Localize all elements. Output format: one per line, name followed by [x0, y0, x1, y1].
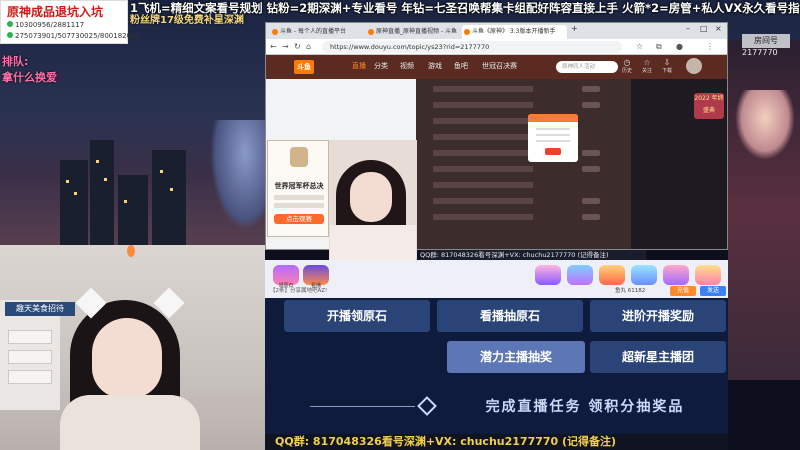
address-bar: ← → ↻ ⌂ https://www.douyu.com/topic/ys23… [266, 39, 727, 55]
settings-row [433, 182, 533, 188]
nav-live[interactable]: 直播 [352, 61, 366, 71]
fish-ball-count: 鱼丸 61182 [615, 288, 646, 294]
promo-line: 10300956/2881117 [7, 21, 84, 29]
qq-icon [7, 21, 13, 27]
decoration-character [735, 90, 795, 160]
event-card: 世界冠军杯总决 点击观赛 [267, 140, 329, 237]
settings-row [433, 214, 533, 220]
nav-video[interactable]: 视频 [400, 61, 414, 71]
gift-icon[interactable] [535, 265, 561, 285]
queue-text: 排队: 拿什么换爱 [2, 55, 57, 84]
stream-screen: 房间号 2177770 1飞机=精细文案看号规划 钻粉=2期深渊+专业看号 年钻… [0, 0, 800, 450]
follow-icon: ☆ [643, 58, 651, 67]
task-advanced-reward[interactable]: 进阶开播奖励 [590, 300, 726, 332]
url-field[interactable]: https://www.douyu.com/topic/ys23?rid=217… [322, 41, 622, 53]
tab-douyu-home[interactable]: 斗鱼 - 每个人的直播平台 [270, 25, 365, 39]
task-potential-draw[interactable]: 潜力主播抽奖 [447, 341, 585, 373]
settings-toggle[interactable] [582, 150, 600, 156]
user-avatar[interactable] [686, 58, 702, 74]
settings-toggle[interactable] [582, 86, 600, 92]
douyu-logo[interactable]: 斗鱼 [294, 60, 314, 74]
settings-toggle[interactable] [582, 198, 600, 204]
settings-row [433, 150, 533, 156]
room-id: 2177770 [742, 48, 778, 57]
settings-toggle[interactable] [582, 102, 600, 108]
bookmark-icon[interactable]: ☆ [636, 42, 643, 51]
city-skyline [60, 130, 190, 250]
trophy-icon [290, 147, 308, 167]
task-footer-title: 完成直播任务 领积分抽奖品 [485, 399, 685, 415]
settings-row [433, 134, 533, 140]
shelf [0, 300, 60, 410]
profile-icon[interactable]: ● [676, 42, 683, 51]
promo-card: 原神成品退坑入坑 10300956/2881117 275073901/5077… [0, 0, 140, 44]
close-icon[interactable]: × [715, 24, 722, 33]
tab-genshin-live[interactable]: 原神直播_原神直播视频 - 斗鱼 [366, 25, 461, 39]
room-badge: 房间号 [742, 34, 790, 48]
gift-icon[interactable] [663, 265, 689, 285]
douyu-icon [272, 29, 278, 35]
gift-icon[interactable] [599, 265, 625, 285]
dialog-header [528, 114, 578, 122]
settings-row [433, 118, 533, 124]
preview-body [330, 225, 416, 260]
nav-fishbar[interactable]: 鱼吧 [454, 61, 468, 71]
watch-button[interactable]: 点击观赛 [274, 214, 324, 224]
extensions-icon[interactable]: ⧉ [656, 42, 662, 52]
douyu-icon [368, 29, 374, 35]
dialog-confirm-button[interactable] [545, 148, 561, 155]
event-title: 世界冠军杯总决 [274, 182, 324, 190]
site-header: 斗鱼 直播 分类 视频 游戏 鱼吧 世冠召决赛 原神同人活动 ◷ 历史 ☆ 关注 ⇩… [266, 55, 727, 79]
nav-worlds-final[interactable]: 世冠召决赛 [482, 61, 517, 71]
settings-row [433, 86, 533, 92]
bottom-ribbon: QQ群: 817048326看号深渊+VX: chuchu2177770 (记得… [265, 434, 728, 450]
site-search-input[interactable]: 原神同人活动 [556, 61, 618, 73]
home-icon[interactable]: ⌂ [306, 42, 311, 51]
settings-toggle[interactable] [582, 166, 600, 172]
streamer-face [92, 318, 162, 398]
download-button[interactable]: ⇩ 下载 [658, 59, 676, 75]
tab-bar: 斗鱼 - 每个人的直播平台 原神直播_原神直播视频 - 斗鱼 斗鱼《原神》 3.… [266, 23, 727, 39]
settings-row [433, 102, 533, 108]
send-button[interactable]: 发送 [700, 286, 726, 296]
promo-line: 275073901/507730025/800182040 [7, 32, 140, 40]
charge-button[interactable]: 充值 [670, 286, 696, 296]
promo-title: 原神成品退坑入坑 [7, 5, 104, 19]
follow-button[interactable]: ☆ 关注 [638, 59, 656, 75]
gift-icon[interactable] [695, 265, 721, 285]
preview-face [350, 172, 392, 222]
shelf-sign: 趣天美食招待 [5, 302, 75, 316]
year-end-badge[interactable]: 2022 年终盛典 [694, 93, 724, 119]
task-watch-draw[interactable]: 看播抽原石 [437, 300, 583, 332]
download-icon: ⇩ [663, 58, 671, 67]
new-tab-icon[interactable]: + [571, 24, 578, 33]
lamp [127, 245, 135, 257]
gift-icon[interactable] [567, 265, 593, 285]
minimize-icon[interactable]: – [686, 24, 690, 33]
forward-icon[interactable]: → [282, 42, 289, 51]
popup-dialog [528, 114, 578, 162]
back-icon[interactable]: ← [270, 42, 277, 51]
menu-icon[interactable]: ⋮ [706, 42, 714, 51]
maximize-icon[interactable]: □ [700, 24, 708, 33]
chat-input[interactable]: 【2条】分享属地吧AZ! [270, 286, 400, 296]
task-start-stream-reward[interactable]: 开播领原石 [284, 300, 430, 332]
tab-genshin-topic[interactable]: 斗鱼《原神》 3.3版本开播新手 [462, 25, 567, 39]
nav-category[interactable]: 分类 [374, 61, 388, 71]
qq-icon [7, 32, 13, 38]
settings-row [433, 198, 533, 204]
divider-line [310, 406, 415, 407]
qq-strip: QQ群: 817048326看号深渊+VX: chuchu2177770 (记得… [420, 250, 646, 260]
settings-toggle[interactable] [582, 214, 600, 220]
settings-row [433, 166, 533, 172]
reload-icon[interactable]: ↻ [294, 42, 301, 51]
history-button[interactable]: ◷ 历史 [618, 59, 636, 75]
streamer-body [60, 395, 200, 450]
gift-icon[interactable] [631, 265, 657, 285]
task-supernova-team[interactable]: 超新星主播团 [590, 341, 726, 373]
history-icon: ◷ [623, 58, 631, 67]
nav-games[interactable]: 游戏 [428, 61, 442, 71]
douyu-icon [464, 29, 470, 35]
